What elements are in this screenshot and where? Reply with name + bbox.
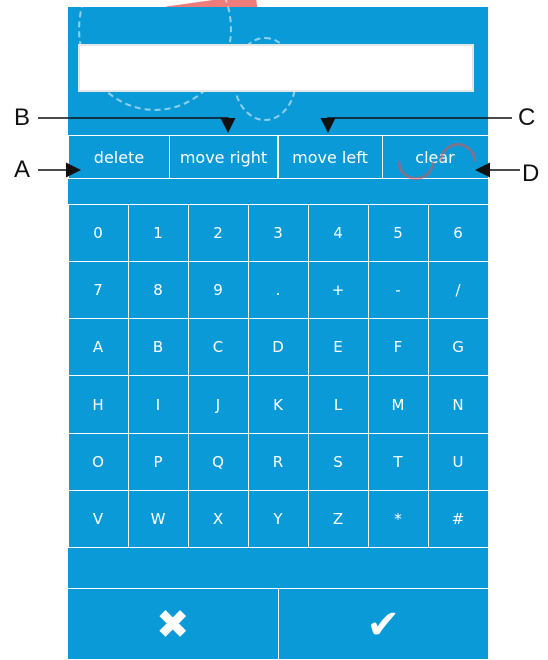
callout-arrow-b (38, 117, 236, 133)
callout-arrow-c (320, 117, 512, 133)
callout-label-a: A (14, 156, 31, 183)
callout-arrows (38, 117, 520, 178)
callout-label-d: D (522, 160, 540, 187)
callout-label-b: B (14, 104, 31, 131)
callout-label-c: C (518, 104, 536, 131)
